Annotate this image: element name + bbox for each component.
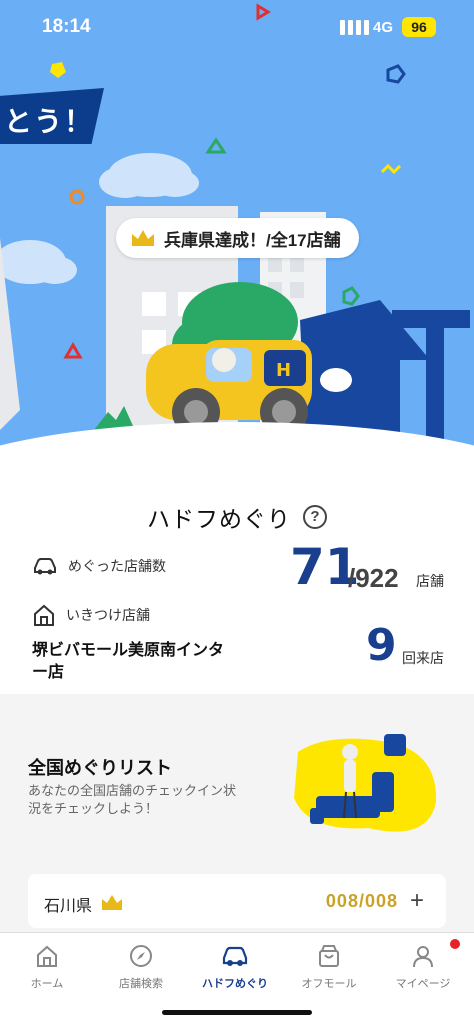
tab-label: オフモール xyxy=(301,978,357,990)
achievement-text: 兵庫県達成！/全17店舗 xyxy=(164,230,341,250)
tab-off-mall[interactable]: オフモール xyxy=(282,941,376,1001)
network-label: 4G xyxy=(373,19,394,36)
visited-label: めぐった店舗数 xyxy=(68,558,166,574)
car-icon xyxy=(222,946,248,966)
page-title: ハドフめぐり xyxy=(147,506,291,532)
visited-row-label: めぐった店舗数 xyxy=(32,556,166,576)
list-description: あなたの全国店舗のチェックイン状況をチェックしよう！ xyxy=(28,783,237,816)
visited-total: /922 xyxy=(348,563,399,593)
compass-icon xyxy=(130,945,152,967)
car-icon xyxy=(34,558,56,575)
prefecture-name: 石川県 xyxy=(44,898,93,915)
favorite-row-label: いきつけ店舗 xyxy=(32,603,150,627)
tab-my-page[interactable]: マイページ xyxy=(376,939,470,1001)
status-time: 18:14 xyxy=(42,16,91,37)
svg-text:H: H xyxy=(276,360,291,381)
tab-label: 店舗検索 xyxy=(119,978,163,990)
visited-unit: 店舗 xyxy=(416,573,444,589)
favorite-count: 9 xyxy=(366,620,397,671)
home-indicator xyxy=(162,1010,312,1015)
store-icon xyxy=(34,604,54,626)
user-icon xyxy=(413,946,433,968)
bag-icon xyxy=(319,945,339,967)
tab-store-search[interactable]: 店舗検索 xyxy=(94,941,188,1001)
battery-indicator: 96 xyxy=(402,17,436,37)
tab-hadofu-meguri[interactable]: ハドフめぐり xyxy=(188,941,282,1001)
list-title: 全国めぐりリスト xyxy=(28,758,172,778)
home-icon xyxy=(37,945,57,967)
tab-label: ハドフめぐり xyxy=(202,978,268,990)
crown-icon xyxy=(102,895,122,910)
tab-label: ホーム xyxy=(30,978,64,990)
japan-map-illustration xyxy=(294,734,437,832)
tab-label: マイページ xyxy=(395,978,451,990)
favorite-label: いきつけ店舗 xyxy=(66,607,150,623)
signal-icon xyxy=(340,20,369,35)
prefecture-count: 008/008 xyxy=(325,891,398,911)
notification-dot xyxy=(450,939,460,949)
expand-icon[interactable]: + xyxy=(410,887,424,915)
nationwide-list-section: 全国めぐりリスト あなたの全国店舗のチェックイン状況をチェックしよう！ 石川県 … xyxy=(0,694,474,934)
section-title: ハドフめぐり ? xyxy=(0,500,474,534)
tab-home[interactable]: ホーム xyxy=(0,941,94,1001)
status-bar: 18:14 4G 96 xyxy=(0,0,474,56)
hero-illustration: H とう！ 兵庫県達成！/全17店舗 xyxy=(0,0,474,470)
achievement-badge: 兵庫県達成！/全17店舗 xyxy=(116,218,359,258)
crown-icon xyxy=(132,230,154,246)
favorite-store-name[interactable]: 堺ビバモール美原南インター店 xyxy=(32,640,232,684)
help-icon[interactable]: ? xyxy=(303,505,327,529)
nationwide-list-card[interactable]: 全国めぐりリスト あなたの全国店舗のチェックイン状況をチェックしよう！ xyxy=(0,694,474,864)
prefecture-row[interactable]: 石川県 008/008 + xyxy=(28,874,446,928)
favorite-unit: 回来店 xyxy=(402,650,444,666)
celebration-banner: とう！ xyxy=(0,88,104,144)
